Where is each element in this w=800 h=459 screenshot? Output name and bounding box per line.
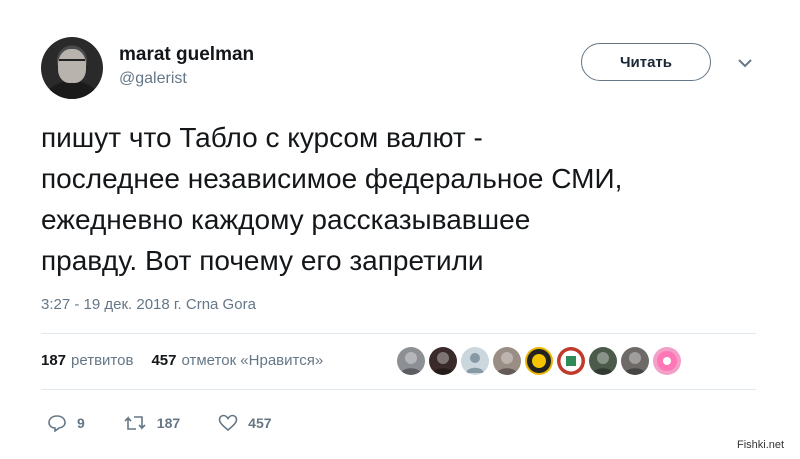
divider-top xyxy=(41,333,756,334)
avatar-green-dark-7[interactable] xyxy=(589,347,617,375)
retweet-action[interactable]: 187 xyxy=(123,414,180,432)
avatar-photo-4[interactable] xyxy=(493,347,521,375)
reply-icon xyxy=(48,415,66,432)
likes-count[interactable]: 457 xyxy=(151,352,176,369)
tweet-timestamp-location[interactable]: 3:27 - 19 дек. 2018 г. Crna Gora xyxy=(41,296,256,313)
author-name[interactable]: marat guelman xyxy=(119,44,254,66)
avatar-dark-2[interactable] xyxy=(429,347,457,375)
avatar-yellow-logo-5[interactable] xyxy=(525,347,553,375)
reply-count: 9 xyxy=(77,415,85,431)
avatar-red-logo-6[interactable] xyxy=(557,347,585,375)
retweets-count[interactable]: 187 xyxy=(41,352,66,369)
like-count: 457 xyxy=(248,415,272,431)
retweet-icon xyxy=(124,416,146,430)
avatar-default-3[interactable] xyxy=(461,347,489,375)
chevron-down-icon[interactable] xyxy=(737,57,753,69)
engagement-stats: 187 ретвитов 457 отметок «Нравится» xyxy=(41,348,341,372)
author-avatar[interactable] xyxy=(41,37,103,99)
divider-bottom xyxy=(41,389,756,390)
likes-label[interactable]: отметок «Нравится» xyxy=(181,352,323,369)
tweet-text: пишут что Табло с курсом валют - последн… xyxy=(41,122,623,276)
avatar-body xyxy=(47,81,97,99)
tweet-actions: 9 187 457 xyxy=(47,412,310,434)
avatar-photo-8[interactable] xyxy=(621,347,649,375)
retweets-label[interactable]: ретвитов xyxy=(71,352,133,369)
heart-icon xyxy=(218,414,238,432)
avatar-glasses xyxy=(59,59,85,67)
follow-button[interactable]: Читать xyxy=(581,43,711,81)
author-handle[interactable]: @galerist xyxy=(119,70,187,88)
reply-action[interactable]: 9 xyxy=(47,414,85,432)
liker-avatars xyxy=(397,347,685,375)
avatar-pink-9[interactable] xyxy=(653,347,681,375)
avatar-photo-1[interactable] xyxy=(397,347,425,375)
retweet-count: 187 xyxy=(156,415,181,431)
watermark: Fishki.net xyxy=(737,439,785,451)
like-action[interactable]: 457 xyxy=(218,414,272,432)
